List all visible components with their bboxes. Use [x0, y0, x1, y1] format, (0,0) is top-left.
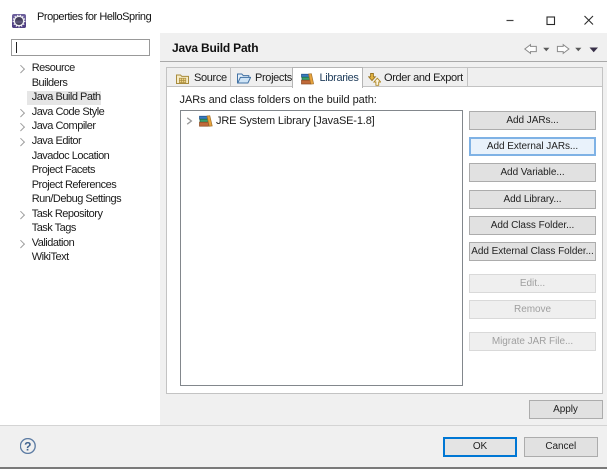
svg-text:?: ?	[24, 440, 31, 454]
